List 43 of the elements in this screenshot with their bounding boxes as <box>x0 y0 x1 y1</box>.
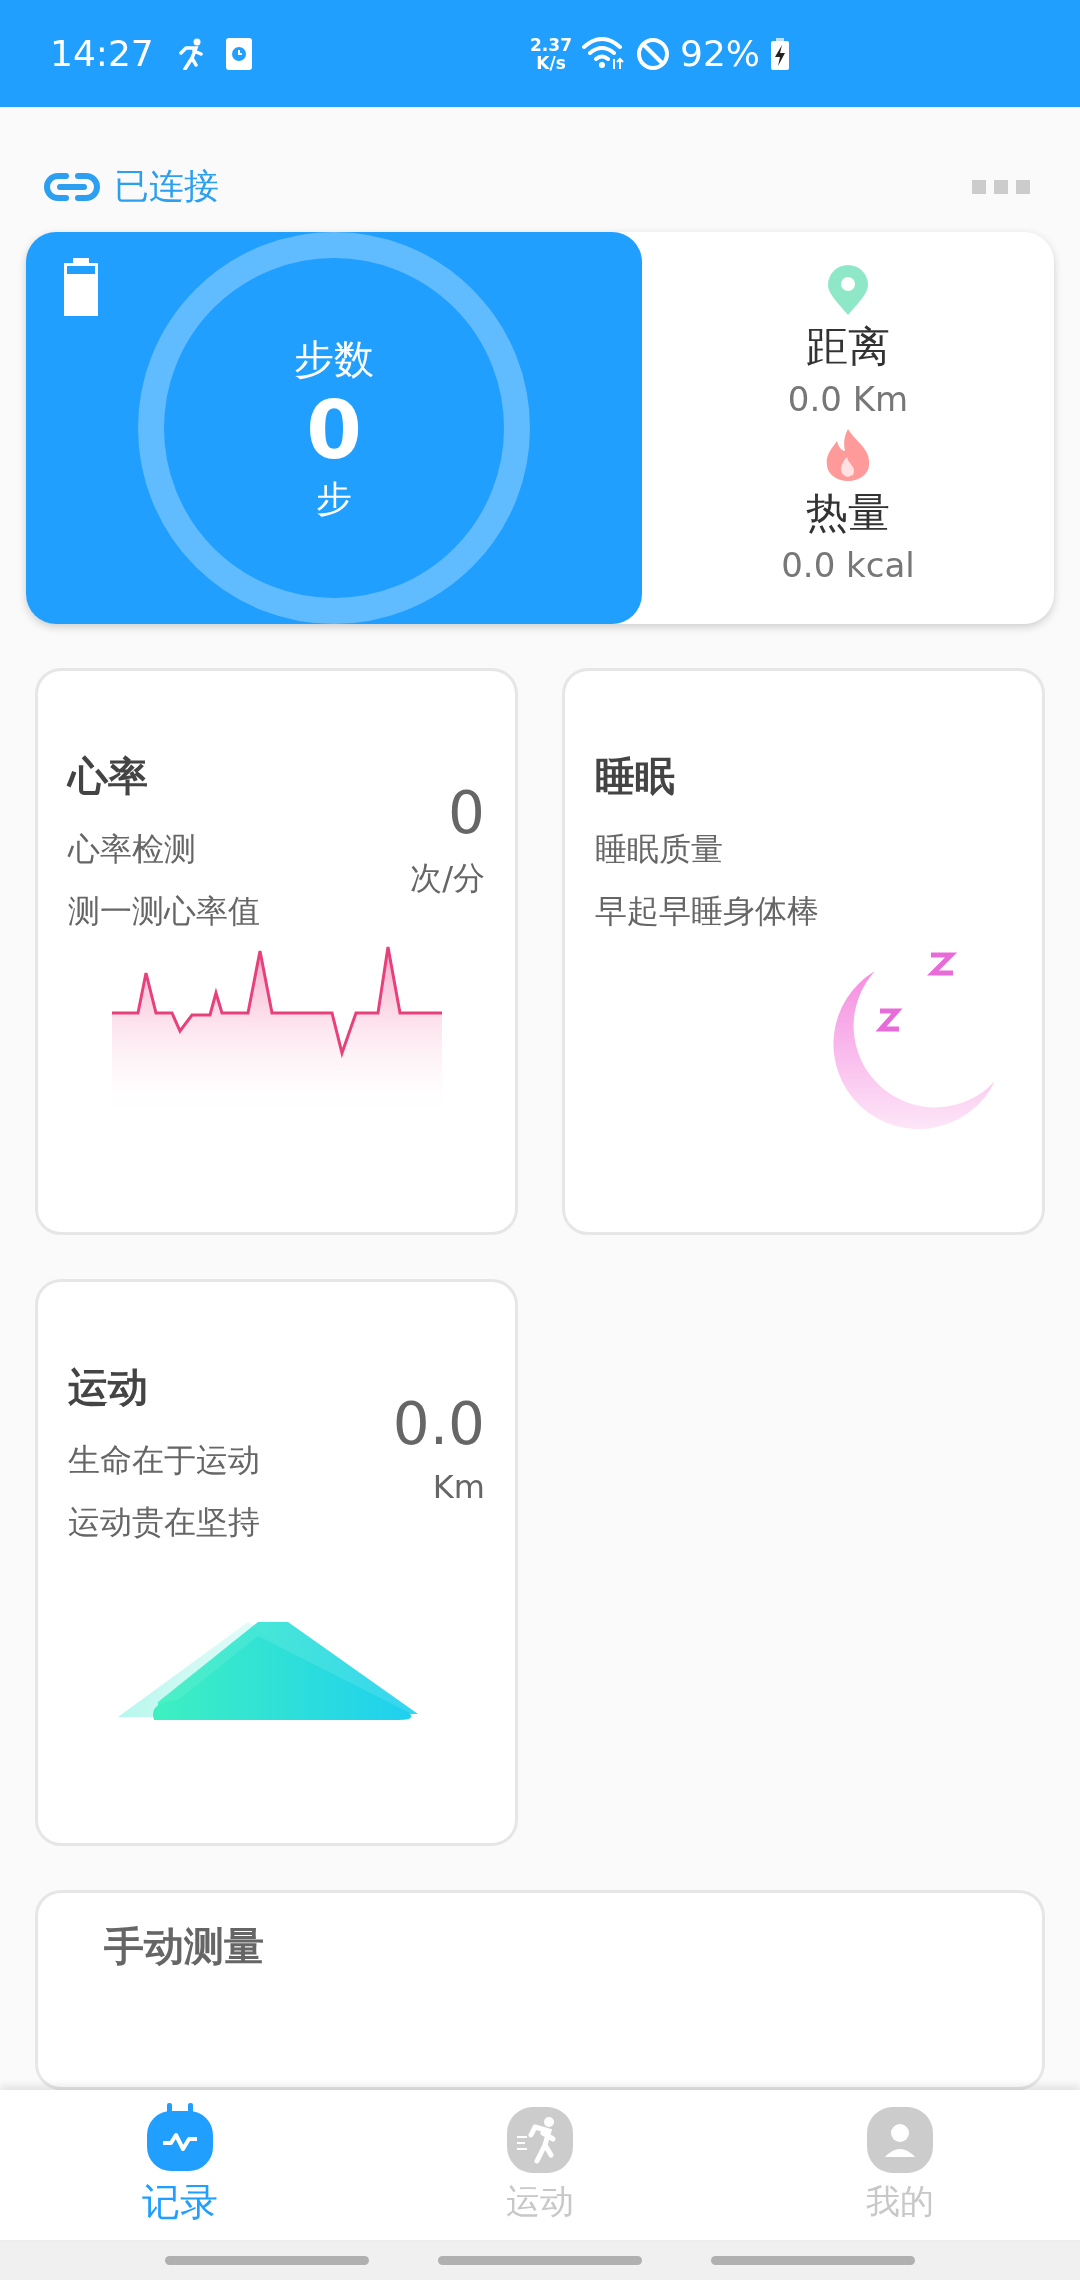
battery-icon <box>64 258 98 316</box>
card-title: 睡眠 <box>595 752 676 801</box>
card-title: 心率 <box>68 752 149 801</box>
card-value: 0 <box>448 779 485 847</box>
card-subtitle: 早起早睡身体棒 <box>595 891 819 932</box>
link-icon <box>44 171 100 202</box>
more-icon[interactable] <box>972 179 1030 194</box>
card-title: 运动 <box>68 1363 149 1412</box>
nav-handle[interactable] <box>711 2255 916 2265</box>
calories-value: 0.0 kcal <box>781 545 915 585</box>
flame-icon <box>825 429 871 481</box>
card-subtitle: 睡眠质量 <box>595 829 724 870</box>
steps-label: 步数 <box>294 335 374 384</box>
wifi-icon <box>582 36 626 71</box>
card-subtitle: 运动贵在坚持 <box>68 1502 260 1543</box>
card-unit: Km <box>432 1468 485 1506</box>
heart-card[interactable]: 心率 心率检测 测一测心率值 0 次/分 <box>35 668 518 1235</box>
calories-label: 热量 <box>806 487 890 539</box>
do-not-disturb-icon <box>636 36 670 71</box>
steps-value: 0 <box>306 387 362 475</box>
card-value: 0.0 <box>392 1390 485 1458</box>
battery-charging-icon <box>770 37 790 70</box>
card-title: 手动测量 <box>104 1923 264 1969</box>
card-unit: 次/分 <box>410 858 485 899</box>
manual-measure-card[interactable]: 手动测量 <box>35 1890 1045 2090</box>
location-pin-icon <box>828 265 868 315</box>
card-subtitle: 心率检测 <box>68 829 197 870</box>
steps-unit: 步 <box>316 477 352 521</box>
card-subtitle: 生命在于运动 <box>68 1440 260 1481</box>
clock-icon <box>225 37 252 70</box>
runner-icon <box>177 37 204 70</box>
distance-label: 距离 <box>806 321 890 373</box>
sleep-card[interactable]: 睡眠 睡眠质量 早起早睡身体棒 <box>562 668 1045 1235</box>
battery-percent: 92% <box>680 33 760 74</box>
calendar-pulse-icon <box>145 2102 215 2173</box>
network-speed-unit: K/s <box>536 53 566 72</box>
nav-handle[interactable] <box>164 2255 369 2265</box>
distance-value: 0.0 Km <box>787 379 909 419</box>
nav-handle[interactable] <box>438 2255 642 2265</box>
network-speed: 2.37 <box>530 35 572 54</box>
sport-card[interactable]: 运动 生命在于运动 运动贵在坚持 0.0 Km <box>35 1279 518 1846</box>
card-subtitle: 测一测心率值 <box>68 891 260 932</box>
status-time: 14:27 <box>50 33 154 74</box>
